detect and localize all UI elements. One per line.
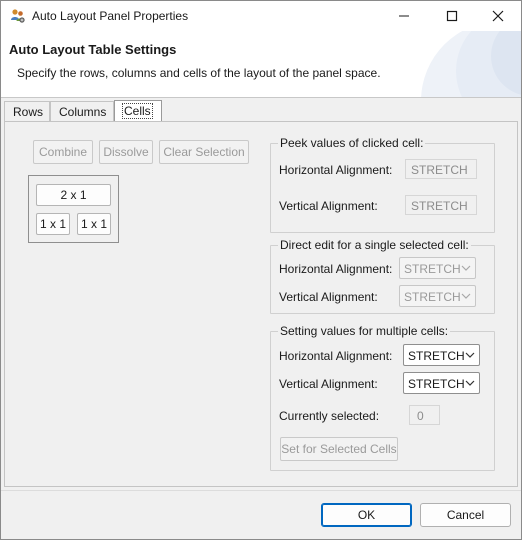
title-bar[interactable]: Auto Layout Panel Properties	[1, 1, 521, 31]
multi-h-select-value: STRETCH	[408, 349, 465, 363]
direct-group-title: Direct edit for a single selected cell:	[278, 238, 471, 252]
cancel-button[interactable]: Cancel	[420, 503, 511, 527]
multi-h-select[interactable]: STRETCH	[403, 344, 480, 366]
tab-cells-label: Cells	[122, 103, 153, 119]
combine-button[interactable]: Combine	[33, 140, 93, 164]
cell-2x1[interactable]: 2 x 1	[36, 184, 111, 206]
peek-group-title: Peek values of clicked cell:	[278, 136, 426, 150]
chevron-down-icon	[461, 293, 471, 299]
peek-v-label: Vertical Alignment:	[279, 199, 378, 213]
multi-group-title: Setting values for multiple cells:	[278, 324, 451, 338]
multi-h-label: Horizontal Alignment:	[279, 349, 393, 363]
multi-v-label: Vertical Alignment:	[279, 377, 378, 391]
dialog-footer: OK Cancel	[1, 490, 521, 539]
dialog-window: Auto Layout Panel Properties Auto Layout…	[0, 0, 522, 540]
cell-1x1-right[interactable]: 1 x 1	[77, 213, 111, 235]
tab-rows-label: Rows	[13, 105, 44, 119]
direct-h-select-value: STRETCH	[404, 262, 461, 276]
header-banner: Auto Layout Table Settings Specify the r…	[1, 31, 521, 97]
minimize-button[interactable]	[381, 1, 427, 31]
direct-v-select-value: STRETCH	[404, 290, 461, 304]
direct-h-label: Horizontal Alignment:	[279, 262, 393, 276]
chevron-down-icon	[465, 352, 475, 358]
banner-description: Specify the rows, columns and cells of t…	[17, 66, 381, 80]
multi-v-select-value: STRETCH	[408, 377, 465, 391]
clear-selection-button[interactable]: Clear Selection	[159, 140, 249, 164]
tab-columns[interactable]: Columns	[50, 101, 114, 121]
banner-separator	[1, 97, 521, 98]
banner-decoration	[421, 31, 521, 97]
multi-v-select[interactable]: STRETCH	[403, 372, 480, 394]
window-title: Auto Layout Panel Properties	[32, 9, 189, 23]
banner-title: Auto Layout Table Settings	[9, 42, 177, 57]
direct-h-select[interactable]: STRETCH	[399, 257, 476, 279]
direct-v-label: Vertical Alignment:	[279, 290, 378, 304]
tab-columns-label: Columns	[59, 105, 107, 119]
minimize-icon	[399, 15, 409, 17]
peek-h-label: Horizontal Alignment:	[279, 163, 393, 177]
peek-v-value: STRETCH	[405, 195, 477, 215]
selected-count-label: Currently selected:	[279, 409, 380, 423]
maximize-button[interactable]	[429, 1, 475, 31]
close-icon	[492, 10, 504, 22]
people-gear-icon	[10, 8, 26, 24]
peek-h-value: STRETCH	[405, 159, 477, 179]
chevron-down-icon	[465, 380, 475, 386]
ok-button[interactable]: OK	[321, 503, 412, 527]
close-button[interactable]	[475, 1, 521, 31]
tab-cells[interactable]: Cells	[114, 100, 162, 121]
set-selected-cells-button[interactable]: Set for Selected Cells	[280, 437, 398, 461]
cell-grid: 2 x 1 1 x 1 1 x 1	[28, 175, 119, 243]
cell-1x1-left[interactable]: 1 x 1	[36, 213, 70, 235]
peek-values-group: Peek values of clicked cell:	[270, 136, 495, 233]
tab-rows[interactable]: Rows	[4, 101, 50, 121]
direct-v-select[interactable]: STRETCH	[399, 285, 476, 307]
dissolve-button[interactable]: Dissolve	[99, 140, 153, 164]
maximize-icon	[446, 10, 458, 22]
chevron-down-icon	[461, 265, 471, 271]
selected-count-value: 0	[409, 405, 440, 425]
